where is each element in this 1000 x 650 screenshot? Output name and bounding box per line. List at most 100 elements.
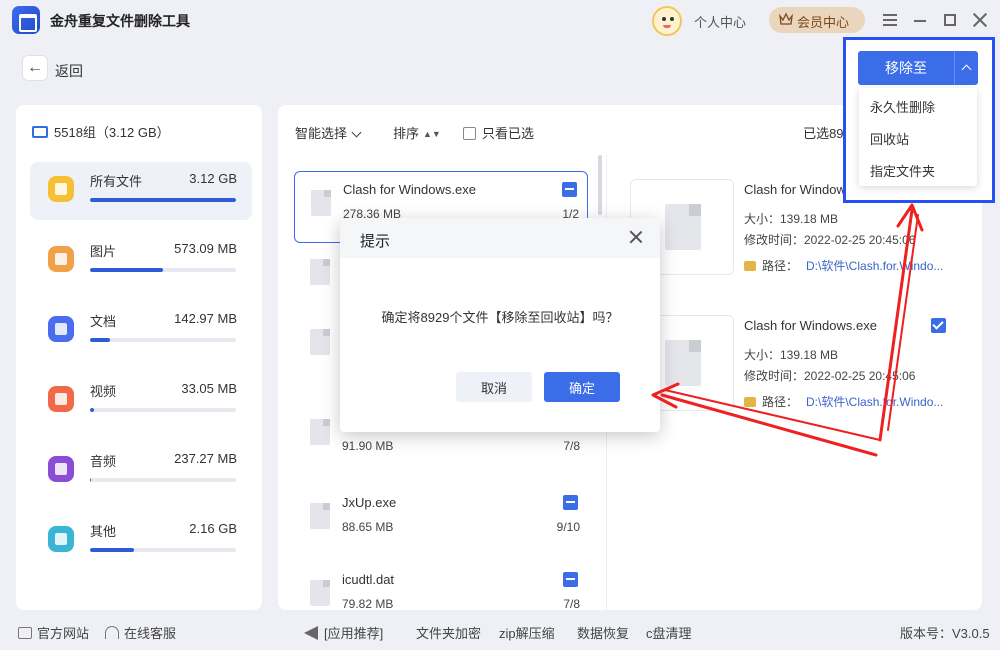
- category-audio[interactable]: 音频 237.27 MB: [30, 442, 252, 500]
- recommend-link-zip[interactable]: zip解压缩: [499, 623, 555, 642]
- only-checked-label: 只看已选: [482, 126, 535, 141]
- file-index: 7/8: [563, 439, 580, 453]
- image-category-icon: [48, 246, 74, 272]
- smart-select-dropdown[interactable]: 智能选择: [295, 123, 362, 142]
- folder-path-icon: [744, 261, 756, 271]
- dialog-header: 提示: [340, 218, 660, 258]
- online-service-link[interactable]: 在线客服: [105, 623, 176, 642]
- group-summary: 5518组（3.12 GB）: [32, 122, 170, 141]
- vip-center-label: 会员中心: [797, 15, 850, 30]
- app-logo-icon: [12, 6, 40, 34]
- menu-icon[interactable]: [880, 10, 900, 30]
- file-icon: [310, 580, 330, 606]
- category-name: 文档: [90, 314, 117, 329]
- official-website-label: 官方网站: [37, 626, 90, 641]
- app-recommend: [应用推荐]: [304, 623, 383, 642]
- file-icon: [310, 329, 330, 355]
- back-arrow-button[interactable]: ←: [22, 55, 48, 81]
- category-progress-bar: [90, 478, 236, 482]
- detail-path-link[interactable]: D:\软件\Clash.for.Windo...: [806, 395, 943, 409]
- folder-icon: [32, 126, 48, 138]
- menu-item-permanent-delete[interactable]: 永久性删除: [870, 97, 935, 116]
- confirm-button[interactable]: 确定: [544, 372, 620, 402]
- category-progress-bar: [90, 408, 236, 412]
- category-documents[interactable]: 文档 142.97 MB: [30, 302, 252, 360]
- headset-icon: [105, 626, 119, 639]
- file-index: 9/10: [556, 520, 580, 534]
- sort-icon: ▲▼: [423, 129, 441, 139]
- file-list-item[interactable]: JxUp.exe 88.65 MB 9/10: [294, 485, 588, 557]
- category-size: 142.97 MB: [174, 311, 237, 326]
- move-to-button[interactable]: 移除至: [858, 51, 954, 85]
- move-to-menu: 永久性删除 回收站 指定文件夹: [859, 88, 977, 186]
- recommend-link-c-drive-clean[interactable]: c盘清理: [646, 623, 692, 642]
- detail-modified: 修改时间：2022-02-25 20:45:06: [744, 233, 916, 247]
- cancel-button[interactable]: 取消: [456, 372, 532, 402]
- recommend-link-data-recovery[interactable]: 数据恢复: [577, 623, 629, 642]
- personal-center-link[interactable]: 个人中心: [694, 12, 746, 31]
- category-other[interactable]: 其他 2.16 GB: [30, 512, 252, 570]
- category-progress-bar: [90, 338, 236, 342]
- file-partial-checkbox[interactable]: [563, 495, 578, 510]
- category-videos[interactable]: 视频 33.05 MB: [30, 372, 252, 430]
- dialog-message: 确定将8929个文件【移除至回收站】吗？: [381, 310, 619, 325]
- detail-path-link[interactable]: D:\软件\Clash.for.Windo...: [806, 259, 943, 273]
- category-size: 573.09 MB: [174, 241, 237, 256]
- path-label: 路径：: [762, 395, 799, 409]
- file-icon: [311, 190, 331, 216]
- app-title: 金舟重复文件删除工具: [50, 13, 190, 29]
- detail-checkbox[interactable]: [931, 318, 946, 333]
- online-service-label: 在线客服: [124, 626, 177, 641]
- file-detail-card[interactable]: Clash for Windows.exe 大小：139.18 MB 修改时间：…: [630, 315, 970, 435]
- detail-path-row: 路径： D:\软件\Clash.for.Windo...: [744, 393, 943, 410]
- vip-center-button[interactable]: 会员中心: [769, 7, 865, 33]
- chevron-up-icon[interactable]: [954, 51, 978, 85]
- file-partial-checkbox[interactable]: [563, 572, 578, 587]
- user-avatar[interactable]: [652, 6, 682, 36]
- category-progress-bar: [90, 268, 236, 272]
- file-icon: [310, 503, 330, 529]
- list-scrollbar[interactable]: [598, 155, 602, 215]
- detail-size: 大小：139.18 MB: [744, 212, 839, 226]
- close-window-icon[interactable]: [970, 10, 990, 30]
- category-size: 33.05 MB: [181, 381, 237, 396]
- only-checked-toggle[interactable]: 只看已选: [463, 123, 534, 142]
- maximize-icon[interactable]: [940, 10, 960, 30]
- file-icon: [310, 259, 330, 285]
- megaphone-icon: [304, 626, 318, 640]
- category-all-files[interactable]: 所有文件 3.12 GB: [30, 162, 252, 220]
- back-label[interactable]: 返回: [55, 61, 83, 81]
- detail-file-name: Clash for Windows.exe: [744, 318, 877, 333]
- only-checked-checkbox[interactable]: [463, 127, 476, 140]
- file-size: 88.65 MB: [342, 520, 394, 534]
- category-size: 3.12 GB: [189, 171, 237, 186]
- title-bar: 金舟重复文件删除工具 个人中心 会员中心: [0, 0, 1000, 40]
- category-name: 所有文件: [90, 174, 143, 189]
- minimize-icon[interactable]: [910, 10, 930, 30]
- file-size: 91.90 MB: [342, 439, 394, 453]
- close-icon[interactable]: [628, 229, 644, 245]
- file-partial-checkbox[interactable]: [562, 182, 577, 197]
- category-panel: 5518组（3.12 GB） 所有文件 3.12 GB 图片 573.09 MB…: [16, 105, 262, 610]
- sort-label: 排序: [393, 126, 420, 141]
- audio-category-icon: [48, 456, 74, 482]
- chevron-down-icon: [351, 127, 362, 138]
- file-index: 7/8: [563, 597, 580, 611]
- category-progress-bar: [90, 198, 236, 202]
- category-name: 音频: [90, 454, 117, 469]
- path-label: 路径：: [762, 259, 799, 273]
- crown-icon: [779, 12, 793, 25]
- group-summary-text: 5518组（3.12 GB）: [54, 125, 170, 140]
- confirm-dialog: 提示 确定将8929个文件【移除至回收站】吗？ 取消 确定: [340, 218, 660, 432]
- menu-item-recycle-bin[interactable]: 回收站: [870, 129, 909, 148]
- category-progress-bar: [90, 548, 236, 552]
- menu-item-specified-folder[interactable]: 指定文件夹: [870, 161, 935, 180]
- recommend-link-folder-encrypt[interactable]: 文件夹加密: [416, 623, 481, 642]
- document-category-icon: [48, 316, 74, 342]
- category-images[interactable]: 图片 573.09 MB: [30, 232, 252, 290]
- sort-button[interactable]: 排序 ▲▼: [393, 123, 441, 142]
- folder-path-icon: [744, 397, 756, 407]
- official-website-link[interactable]: 官方网站: [18, 623, 89, 642]
- category-name: 视频: [90, 384, 117, 399]
- footer-bar: 官方网站 在线客服 [应用推荐] 文件夹加密 zip解压缩 数据恢复 c盘清理 …: [0, 615, 1000, 650]
